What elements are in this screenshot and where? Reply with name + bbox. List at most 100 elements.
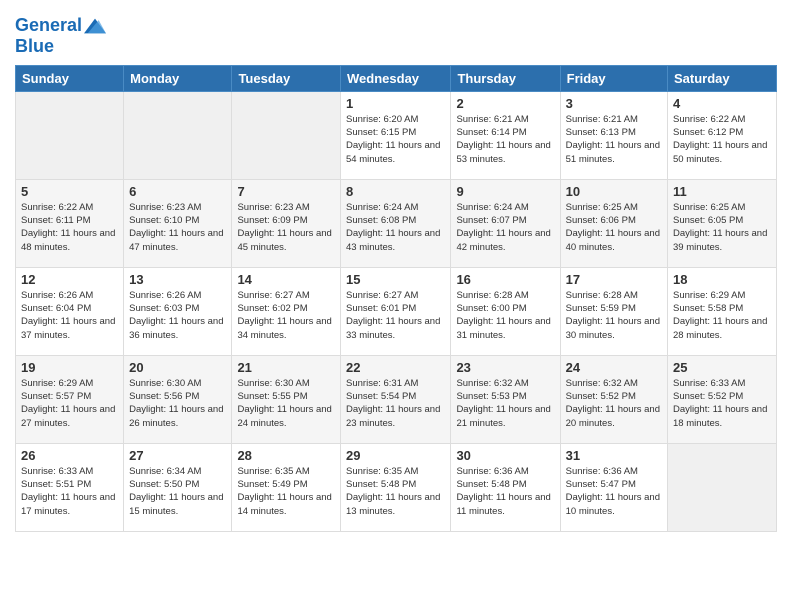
day-number: 16 [456,272,554,287]
calendar-cell: 21 Sunrise: 6:30 AM Sunset: 5:55 PM Dayli… [232,355,341,443]
day-number: 1 [346,96,445,111]
calendar-cell [232,91,341,179]
calendar-cell: 24 Sunrise: 6:32 AM Sunset: 5:52 PM Dayli… [560,355,667,443]
calendar-cell: 16 Sunrise: 6:28 AM Sunset: 6:00 PM Dayli… [451,267,560,355]
col-header-thursday: Thursday [451,65,560,91]
day-number: 24 [566,360,662,375]
calendar-cell: 6 Sunrise: 6:23 AM Sunset: 6:10 PM Daylig… [124,179,232,267]
calendar-cell [124,91,232,179]
day-number: 26 [21,448,118,463]
col-header-sunday: Sunday [16,65,124,91]
day-info: Sunrise: 6:22 AM Sunset: 6:12 PM Dayligh… [673,113,771,166]
day-info: Sunrise: 6:30 AM Sunset: 5:56 PM Dayligh… [129,377,226,430]
calendar-cell: 7 Sunrise: 6:23 AM Sunset: 6:09 PM Daylig… [232,179,341,267]
calendar-cell: 10 Sunrise: 6:25 AM Sunset: 6:06 PM Dayli… [560,179,667,267]
day-info: Sunrise: 6:28 AM Sunset: 6:00 PM Dayligh… [456,289,554,342]
calendar-cell: 13 Sunrise: 6:26 AM Sunset: 6:03 PM Dayli… [124,267,232,355]
calendar-cell: 12Sunrise: 6:26 AM Sunset: 6:04 PM Dayli… [16,267,124,355]
calendar-cell: 29 Sunrise: 6:35 AM Sunset: 5:48 PM Dayli… [341,443,451,531]
day-info: Sunrise: 6:32 AM Sunset: 5:53 PM Dayligh… [456,377,554,430]
day-info: Sunrise: 6:28 AM Sunset: 5:59 PM Dayligh… [566,289,662,342]
day-info: Sunrise: 6:25 AM Sunset: 6:06 PM Dayligh… [566,201,662,254]
day-info: Sunrise: 6:21 AM Sunset: 6:13 PM Dayligh… [566,113,662,166]
day-number: 22 [346,360,445,375]
day-info: Sunrise: 6:23 AM Sunset: 6:09 PM Dayligh… [237,201,335,254]
calendar-cell: 31Sunrise: 6:36 AM Sunset: 5:47 PM Dayli… [560,443,667,531]
day-number: 11 [673,184,771,199]
week-row-2: 12Sunrise: 6:26 AM Sunset: 6:04 PM Dayli… [16,267,777,355]
calendar-cell: 17 Sunrise: 6:28 AM Sunset: 5:59 PM Dayli… [560,267,667,355]
day-number: 7 [237,184,335,199]
day-info: Sunrise: 6:26 AM Sunset: 6:03 PM Dayligh… [129,289,226,342]
week-row-3: 19Sunrise: 6:29 AM Sunset: 5:57 PM Dayli… [16,355,777,443]
day-number: 23 [456,360,554,375]
calendar-cell: 3 Sunrise: 6:21 AM Sunset: 6:13 PM Daylig… [560,91,667,179]
day-info: Sunrise: 6:24 AM Sunset: 6:07 PM Dayligh… [456,201,554,254]
day-number: 21 [237,360,335,375]
col-header-friday: Friday [560,65,667,91]
day-info: Sunrise: 6:32 AM Sunset: 5:52 PM Dayligh… [566,377,662,430]
calendar-cell: 25 Sunrise: 6:33 AM Sunset: 5:52 PM Dayli… [668,355,777,443]
calendar-cell [16,91,124,179]
calendar-cell: 15 Sunrise: 6:27 AM Sunset: 6:01 PM Dayli… [341,267,451,355]
logo-icon [84,15,106,37]
day-number: 15 [346,272,445,287]
day-info: Sunrise: 6:21 AM Sunset: 6:14 PM Dayligh… [456,113,554,166]
day-info: Sunrise: 6:25 AM Sunset: 6:05 PM Dayligh… [673,201,771,254]
calendar-cell: 2 Sunrise: 6:21 AM Sunset: 6:14 PM Daylig… [451,91,560,179]
day-info: Sunrise: 6:35 AM Sunset: 5:48 PM Dayligh… [346,465,445,518]
calendar-cell: 23 Sunrise: 6:32 AM Sunset: 5:53 PM Dayli… [451,355,560,443]
page: General Blue SundayMondayTuesdayWednesda… [0,0,792,612]
day-info: Sunrise: 6:31 AM Sunset: 5:54 PM Dayligh… [346,377,445,430]
calendar-cell [668,443,777,531]
day-info: Sunrise: 6:34 AM Sunset: 5:50 PM Dayligh… [129,465,226,518]
day-info: Sunrise: 6:33 AM Sunset: 5:52 PM Dayligh… [673,377,771,430]
day-info: Sunrise: 6:20 AM Sunset: 6:15 PM Dayligh… [346,113,445,166]
day-number: 8 [346,184,445,199]
col-header-wednesday: Wednesday [341,65,451,91]
calendar-cell: 4 Sunrise: 6:22 AM Sunset: 6:12 PM Daylig… [668,91,777,179]
day-info: Sunrise: 6:35 AM Sunset: 5:49 PM Dayligh… [237,465,335,518]
day-number: 13 [129,272,226,287]
logo-text-line2: Blue [15,37,106,57]
day-number: 28 [237,448,335,463]
day-info: Sunrise: 6:27 AM Sunset: 6:01 PM Dayligh… [346,289,445,342]
day-info: Sunrise: 6:36 AM Sunset: 5:48 PM Dayligh… [456,465,554,518]
logo-text-line1: General [15,16,82,36]
day-number: 25 [673,360,771,375]
day-number: 2 [456,96,554,111]
day-info: Sunrise: 6:23 AM Sunset: 6:10 PM Dayligh… [129,201,226,254]
calendar-cell: 14Sunrise: 6:27 AM Sunset: 6:02 PM Dayli… [232,267,341,355]
day-number: 29 [346,448,445,463]
calendar-cell: 11 Sunrise: 6:25 AM Sunset: 6:05 PM Dayli… [668,179,777,267]
col-header-saturday: Saturday [668,65,777,91]
day-number: 4 [673,96,771,111]
week-row-4: 26 Sunrise: 6:33 AM Sunset: 5:51 PM Dayli… [16,443,777,531]
day-number: 12 [21,272,118,287]
day-info: Sunrise: 6:33 AM Sunset: 5:51 PM Dayligh… [21,465,118,518]
calendar-cell: 9 Sunrise: 6:24 AM Sunset: 6:07 PM Daylig… [451,179,560,267]
calendar-cell: 26 Sunrise: 6:33 AM Sunset: 5:51 PM Dayli… [16,443,124,531]
day-info: Sunrise: 6:36 AM Sunset: 5:47 PM Dayligh… [566,465,662,518]
week-row-1: 5Sunrise: 6:22 AM Sunset: 6:11 PM Daylig… [16,179,777,267]
calendar-cell: 1 Sunrise: 6:20 AM Sunset: 6:15 PM Daylig… [341,91,451,179]
calendar-cell: 19Sunrise: 6:29 AM Sunset: 5:57 PM Dayli… [16,355,124,443]
calendar-cell: 20Sunrise: 6:30 AM Sunset: 5:56 PM Dayli… [124,355,232,443]
calendar-cell: 22 Sunrise: 6:31 AM Sunset: 5:54 PM Dayli… [341,355,451,443]
day-number: 3 [566,96,662,111]
day-number: 9 [456,184,554,199]
day-number: 17 [566,272,662,287]
header: General Blue [15,10,777,57]
calendar-cell: 27 Sunrise: 6:34 AM Sunset: 5:50 PM Dayli… [124,443,232,531]
day-number: 10 [566,184,662,199]
day-number: 30 [456,448,554,463]
day-info: Sunrise: 6:29 AM Sunset: 5:57 PM Dayligh… [21,377,118,430]
day-info: Sunrise: 6:30 AM Sunset: 5:55 PM Dayligh… [237,377,335,430]
calendar-cell: 18Sunrise: 6:29 AM Sunset: 5:58 PM Dayli… [668,267,777,355]
calendar: SundayMondayTuesdayWednesdayThursdayFrid… [15,65,777,532]
calendar-cell: 28 Sunrise: 6:35 AM Sunset: 5:49 PM Dayli… [232,443,341,531]
day-number: 27 [129,448,226,463]
calendar-cell: 8Sunrise: 6:24 AM Sunset: 6:08 PM Daylig… [341,179,451,267]
col-header-tuesday: Tuesday [232,65,341,91]
day-number: 6 [129,184,226,199]
